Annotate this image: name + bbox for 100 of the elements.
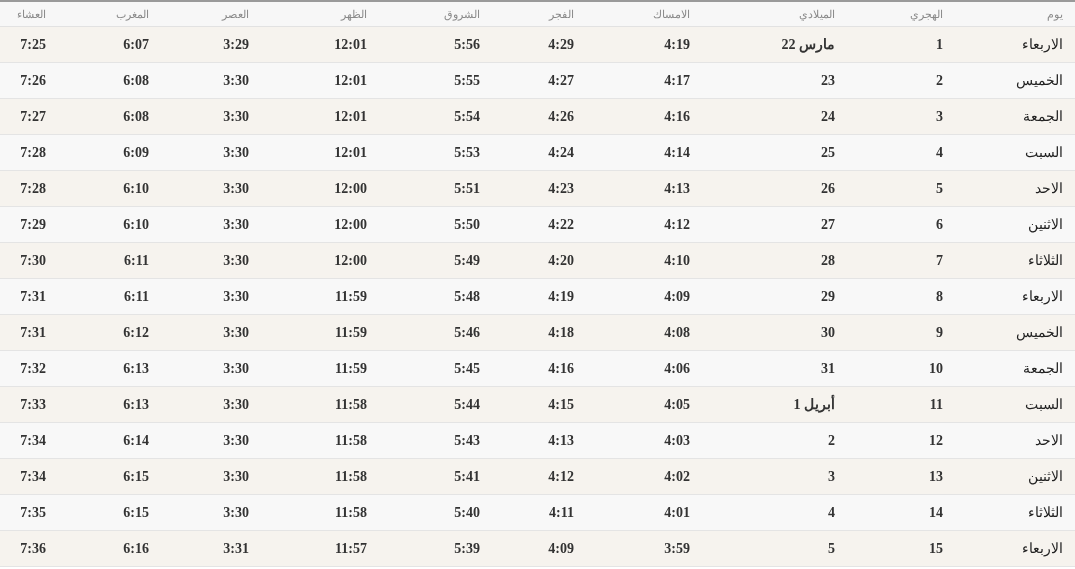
table-cell-text: 3:59 (664, 540, 690, 558)
table-cell-text: 3:30 (223, 468, 249, 486)
table-cell-text: 7:25 (20, 36, 46, 54)
table-cell-text: 4:19 (548, 288, 574, 306)
table-cell-text: 11:59 (335, 324, 367, 342)
table-cell-text: 5:56 (454, 36, 480, 54)
table-cell-text: 6:09 (123, 144, 149, 162)
table-cell-text: 4:26 (548, 108, 574, 126)
table-cell-text: 4:15 (548, 396, 574, 414)
column-header: الهجري (910, 6, 943, 23)
table-cell-text: 7:26 (20, 72, 46, 90)
table-cell-text: 7:28 (20, 180, 46, 198)
table-cell-text: 5:50 (454, 216, 480, 234)
table-cell-text: 11:57 (335, 540, 367, 558)
table-cell-text: 7:36 (20, 540, 46, 558)
table-cell-text: 12:00 (334, 180, 367, 198)
table-cell-text: 4:09 (664, 288, 690, 306)
table-cell-text: 4:12 (548, 468, 574, 486)
table-cell-text: 2 (936, 72, 943, 90)
table-cell-text: 6:15 (123, 468, 149, 486)
table-cell-text: 4:22 (548, 216, 574, 234)
table-cell-text: 4:08 (664, 324, 690, 342)
table-cell-text: 11:59 (335, 360, 367, 378)
column-header: الميلادي (799, 6, 835, 23)
table-cell-text: 11 (929, 396, 943, 414)
table-cell-text: 12:01 (334, 144, 367, 162)
table-cell-text: 7 (936, 252, 943, 270)
table-cell-text: 3:30 (223, 108, 249, 126)
table-cell-text: 11:59 (335, 288, 367, 306)
table-cell-text: 12:01 (334, 36, 367, 54)
table-cell-text: 12:01 (334, 108, 367, 126)
table-cell-text: 3 (828, 468, 835, 486)
table-cell-text: 7:32 (20, 360, 46, 378)
column-header: الامساك (653, 6, 690, 22)
table-cell-text: 25 (821, 144, 835, 162)
table-cell-text: 6:10 (123, 180, 149, 198)
table-cell-text: 7:30 (20, 252, 46, 270)
table-cell-text: 6:13 (123, 396, 149, 414)
column-header: يوم (1047, 6, 1063, 23)
table-cell-text: 7:35 (20, 504, 46, 522)
column-header: الظهر (341, 6, 367, 23)
table-cell-text: 5 (936, 180, 943, 198)
table-cell-text: 5:49 (454, 252, 480, 270)
table-cell-text: الثلاثاء (1028, 252, 1063, 270)
table-cell-text: 4:16 (548, 360, 574, 378)
table-cell-text: 7:33 (20, 396, 46, 414)
table-cell-text: الاربعاء (1022, 288, 1063, 307)
table-cell-text: الخميس (1016, 324, 1063, 343)
table-cell-text: 3:30 (223, 324, 249, 342)
table-cell-text: 4:06 (664, 360, 690, 378)
table-cell-text: 3:30 (223, 504, 249, 522)
table-cell-text: 6 (936, 216, 943, 234)
table-cell-text: 7:31 (20, 288, 46, 306)
table-cell-text: 6:14 (123, 432, 149, 450)
table-cell-text: 4:14 (664, 144, 690, 162)
table-cell-text: 3:30 (223, 396, 249, 414)
table-cell-text: الخميس (1016, 72, 1063, 91)
table-cell-text: 5:55 (454, 72, 480, 90)
table-cell-text: 4:29 (548, 36, 574, 54)
table-cell-text: 6:08 (123, 108, 149, 126)
table-cell-text: 28 (821, 252, 835, 270)
table-cell-text: 4 (828, 504, 835, 522)
table-cell-text: 12:01 (334, 72, 367, 90)
table-cell-text: 31 (821, 360, 835, 378)
table-cell-text: 5:45 (454, 360, 480, 378)
table-cell-text: 27 (821, 216, 835, 234)
table-cell-text: 4:23 (548, 180, 574, 198)
table-cell-text: 2 (828, 432, 835, 450)
column-header: المغرب (116, 6, 149, 23)
table-cell-text: 4:12 (664, 216, 690, 234)
table-cell-text: 7:28 (20, 144, 46, 162)
table-cell-text: 8 (936, 288, 943, 306)
table-cell-text: 3 (936, 108, 943, 126)
table-cell-text: 15 (929, 540, 943, 558)
table-cell-text: 4:11 (549, 504, 574, 522)
table-cell-text: 23 (821, 72, 835, 90)
table-cell-text: 6:10 (123, 216, 149, 234)
table-cell-text: 3:30 (223, 288, 249, 306)
table-cell-text: 4:27 (548, 72, 574, 90)
table-cell-text: 3:30 (223, 180, 249, 198)
table-cell-text: 7:34 (20, 432, 46, 450)
table-cell-text: 7:31 (20, 324, 46, 342)
column-header: العشاء (17, 6, 46, 22)
table-cell-text: 4:02 (664, 468, 690, 486)
table-cell-text: 3:30 (223, 72, 249, 90)
table-cell-text: 26 (821, 180, 835, 198)
table-cell-text: 3:30 (223, 252, 249, 270)
table-cell-text: 4:17 (664, 72, 690, 90)
table-cell-text: 3:30 (223, 144, 249, 162)
table-cell-text: 29 (821, 288, 835, 306)
table-cell-text: 6:08 (123, 72, 149, 90)
table-cell-text: 5:53 (454, 144, 480, 162)
table-cell-text: الجمعة (1023, 360, 1063, 378)
table-cell-text: 10 (929, 360, 943, 378)
table-cell-text: 14 (929, 504, 943, 522)
column-header: الشروق (444, 6, 480, 23)
table-cell-text: 5:44 (454, 396, 480, 414)
table-cell-text: 6:13 (123, 360, 149, 378)
table-cell-text: 6:07 (123, 36, 149, 54)
table-cell-text: 12:00 (334, 216, 367, 234)
